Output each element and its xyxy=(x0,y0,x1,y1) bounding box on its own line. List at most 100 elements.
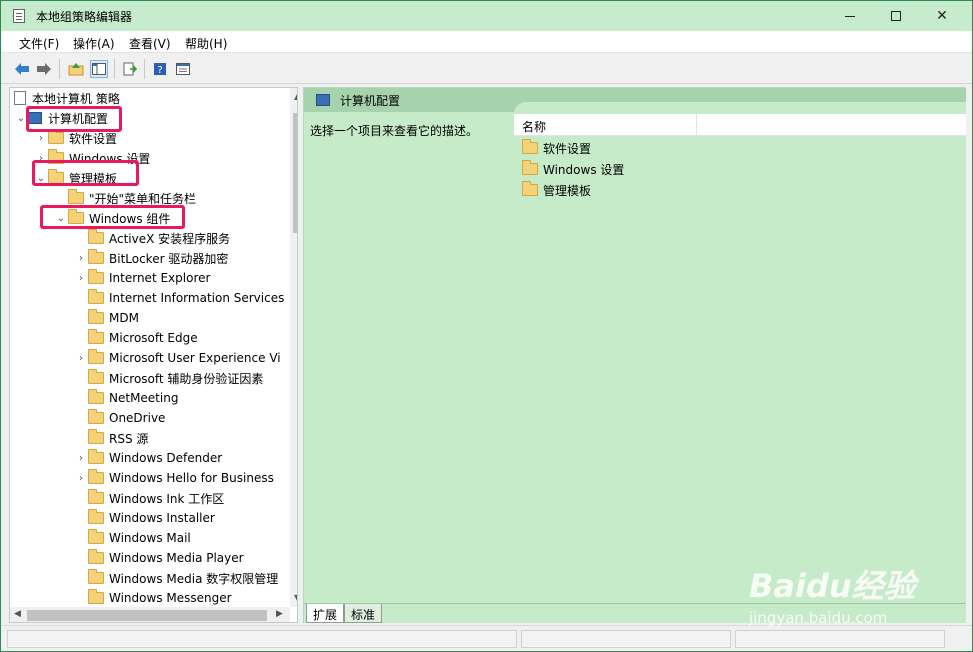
status-cell xyxy=(521,630,731,648)
back-arrow-icon xyxy=(15,63,29,75)
tree-component-item[interactable]: Windows Mail xyxy=(74,528,191,548)
back-button[interactable] xyxy=(13,60,31,78)
close-button[interactable]: ✕ xyxy=(919,1,965,31)
toolbar-separator xyxy=(114,59,115,79)
chevron-right-icon[interactable]: › xyxy=(74,473,88,484)
toolbar-separator xyxy=(59,59,60,79)
folder-icon xyxy=(88,249,104,264)
tree-component-item[interactable]: › Microsoft User Experience Vi xyxy=(74,348,281,368)
maximize-icon xyxy=(891,11,901,21)
show-tree-button[interactable] xyxy=(90,60,108,78)
folder-icon xyxy=(88,509,104,524)
tree-component-item[interactable]: Windows Media 数字权限管理 xyxy=(74,568,278,588)
baidu-watermark: Baidu经验 jingyan.baidu.com xyxy=(749,561,916,627)
tree-component-item[interactable]: Windows Installer xyxy=(74,508,215,528)
folder-icon xyxy=(88,529,104,544)
tree-component-item[interactable]: Microsoft Edge xyxy=(74,328,198,348)
folder-icon xyxy=(88,329,104,344)
tree-component-item[interactable]: Windows Messenger xyxy=(74,588,232,608)
chevron-right-icon[interactable]: › xyxy=(34,133,48,144)
list-item[interactable]: 软件设置 xyxy=(522,138,591,158)
tree-component-item[interactable]: Windows Ink 工作区 xyxy=(74,488,224,508)
forward-button[interactable] xyxy=(35,60,53,78)
folder-icon xyxy=(88,449,104,464)
tree-component-item[interactable]: › BitLocker 驱动器加密 xyxy=(74,248,228,268)
folder-icon xyxy=(522,181,538,196)
tree-node-label: ActiveX 安装程序服务 xyxy=(109,231,231,246)
watermark-logo-text: Baidu经验 xyxy=(749,567,916,605)
folder-icon xyxy=(88,369,104,384)
chevron-right-icon[interactable]: › xyxy=(74,253,88,264)
tree-component-item[interactable]: › Windows Hello for Business xyxy=(74,468,274,488)
folder-icon xyxy=(88,429,104,444)
tree-component-item[interactable]: Microsoft 辅助身份验证因素 xyxy=(74,368,263,388)
folder-icon xyxy=(88,309,104,324)
help-button[interactable]: ? xyxy=(151,60,169,78)
status-bar xyxy=(1,625,972,651)
folder-icon xyxy=(48,129,64,144)
tree-component-item[interactable]: NetMeeting xyxy=(74,388,178,408)
tree-horizontal-scrollbar[interactable]: ◀ ▶ xyxy=(10,607,290,622)
menu-help[interactable]: 帮助(H) xyxy=(185,35,227,52)
column-header-name[interactable]: 名称 xyxy=(514,114,966,136)
list-item-label: Windows 设置 xyxy=(543,162,625,177)
menu-view[interactable]: 查看(V) xyxy=(129,35,171,52)
tree-root[interactable]: 本地计算机 策略 xyxy=(14,88,120,108)
folder-icon xyxy=(522,139,538,154)
tree-component-item[interactable]: › Internet Explorer xyxy=(74,268,210,288)
folder-icon xyxy=(88,549,104,564)
details-pane: 计算机配置 选择一个项目来查看它的描述。 名称 软件设置 Windows 设置 … xyxy=(303,87,966,623)
app-window: 本地组策略编辑器 ✕ 文件(F) 操作(A) 查看(V) 帮助(H) ? 本地计… xyxy=(0,0,973,652)
tree-node-label: 本地计算机 策略 xyxy=(32,91,120,106)
folder-icon xyxy=(88,349,104,364)
status-cell xyxy=(7,630,517,648)
tree-node-label: OneDrive xyxy=(109,411,166,425)
tree-node-label: Microsoft User Experience Vi xyxy=(109,351,281,365)
chevron-right-icon[interactable]: › xyxy=(74,353,88,364)
title-bar: 本地组策略编辑器 ✕ xyxy=(1,1,972,31)
folder-icon xyxy=(88,569,104,584)
scroll-left-icon[interactable]: ◀ xyxy=(14,609,21,619)
scroll-up-icon[interactable]: ▲ xyxy=(294,92,297,101)
properties-icon xyxy=(176,63,190,75)
column-header-label: 名称 xyxy=(522,120,547,134)
folder-icon xyxy=(88,229,104,244)
scroll-right-icon[interactable]: ▶ xyxy=(276,609,283,619)
chevron-right-icon[interactable]: › xyxy=(74,273,88,284)
help-icon: ? xyxy=(154,63,166,76)
tree-component-item[interactable]: Internet Information Services xyxy=(74,288,284,308)
tree-component-item[interactable]: MDM xyxy=(74,308,139,328)
list-item[interactable]: 管理模板 xyxy=(522,180,591,200)
folder-icon xyxy=(88,289,104,304)
tree-node-label: MDM xyxy=(109,311,139,325)
scroll-thumb[interactable] xyxy=(293,113,297,233)
tab-standard[interactable]: 标准 xyxy=(344,604,383,623)
up-button[interactable] xyxy=(67,60,85,78)
folder-icon xyxy=(88,269,104,284)
list-item[interactable]: Windows 设置 xyxy=(522,159,624,179)
scroll-thumb[interactable] xyxy=(27,610,267,621)
folder-icon xyxy=(88,489,104,504)
tree-component-item[interactable]: › Windows Defender xyxy=(74,448,222,468)
tree-component-item[interactable]: Windows Media Player xyxy=(74,548,244,568)
tree-node-label: Windows Installer xyxy=(109,511,215,525)
policy-editor-icon xyxy=(13,9,25,23)
menu-file[interactable]: 文件(F) xyxy=(19,35,59,52)
tree-component-item[interactable]: OneDrive xyxy=(74,408,165,428)
menu-action[interactable]: 操作(A) xyxy=(73,35,115,52)
policy-icon xyxy=(14,91,26,105)
minimize-button[interactable] xyxy=(827,1,873,31)
tab-extended[interactable]: 扩展 xyxy=(306,604,345,623)
properties-button[interactable] xyxy=(174,60,192,78)
maximize-button[interactable] xyxy=(873,1,919,31)
tree-component-item[interactable]: ActiveX 安装程序服务 xyxy=(74,228,230,248)
export-list-icon xyxy=(123,62,137,76)
export-button[interactable] xyxy=(121,60,139,78)
toolbar-separator xyxy=(144,59,145,79)
chevron-right-icon[interactable]: › xyxy=(74,453,88,464)
scroll-down-icon[interactable]: ▼ xyxy=(294,593,297,602)
details-list: 名称 软件设置 Windows 设置 管理模板 xyxy=(514,102,966,602)
tree-vertical-scrollbar[interactable]: ▲ ▼ xyxy=(290,88,297,607)
tree-component-item[interactable]: RSS 源 xyxy=(74,428,148,448)
column-divider[interactable] xyxy=(696,114,697,136)
